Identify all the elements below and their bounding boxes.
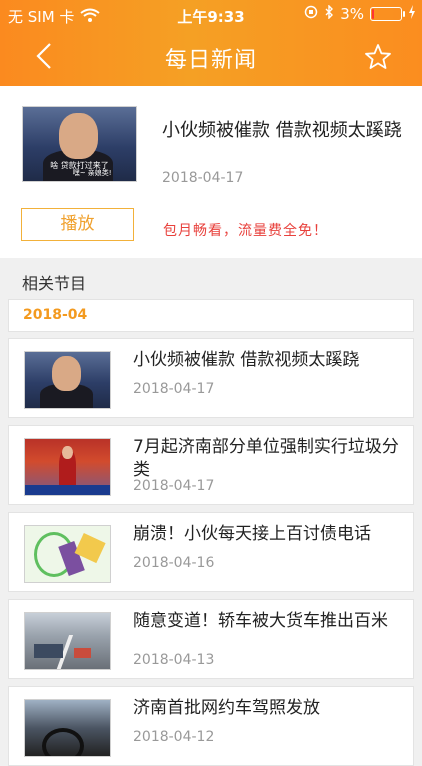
thumbnail-caption-2: 嘿~ 亲娘类! [72, 169, 112, 178]
list-item-title: 7月起济南部分单位强制实行垃圾分类 [133, 437, 399, 480]
list-item-thumbnail [24, 699, 111, 757]
list-item[interactable]: 7月起济南部分单位强制实行垃圾分类 2018-04-17 [8, 425, 414, 505]
rotation-lock-icon [304, 5, 318, 23]
list-item-date: 2018-04-16 [133, 555, 215, 571]
list-item-date: 2018-04-17 [133, 478, 215, 494]
list-item-thumbnail [24, 351, 111, 409]
star-icon[interactable] [364, 43, 392, 71]
list-item[interactable]: 济南首批网约车驾照发放 2018-04-12 [8, 686, 414, 766]
featured-date: 2018-04-17 [162, 170, 244, 186]
status-bar: 无 SIM 卡 上午9:33 3% [0, 0, 422, 30]
featured-title: 小伙频被催款 借款视频太蹊跷 [162, 120, 402, 141]
list-item-thumbnail [24, 438, 111, 496]
month-label: 2018-04 [23, 307, 88, 323]
battery-percent: 3% [340, 5, 364, 23]
battery-icon [370, 7, 405, 21]
promo-text: 包月畅看，流量费全免！ [163, 223, 328, 239]
list-item-title: 小伙频被催款 借款视频太蹊跷 [133, 350, 360, 370]
list-item-title: 随意变道！轿车被大货车推出百米 [133, 611, 388, 631]
play-button[interactable]: 播放 [21, 208, 134, 241]
related-heading: 相关节目 [22, 274, 87, 293]
list-item-thumbnail [24, 612, 111, 670]
header: 无 SIM 卡 上午9:33 3% 每日新闻 [0, 0, 422, 86]
list-item-thumbnail [24, 525, 111, 583]
list-item-title: 济南首批网约车驾照发放 [133, 698, 320, 718]
featured-thumbnail[interactable]: 啥 贷款打过来了 嘿~ 亲娘类! [22, 106, 137, 182]
featured-card: 啥 贷款打过来了 嘿~ 亲娘类! 小伙频被催款 借款视频太蹊跷 2018-04-… [0, 86, 422, 258]
list-item-date: 2018-04-13 [133, 652, 215, 668]
list-item-date: 2018-04-12 [133, 729, 215, 745]
battery-level [372, 9, 374, 19]
list-item[interactable]: 小伙频被催款 借款视频太蹊跷 2018-04-17 [8, 338, 414, 418]
list-item[interactable]: 随意变道！轿车被大货车推出百米 2018-04-13 [8, 599, 414, 679]
page-title: 每日新闻 [164, 48, 257, 73]
list-item[interactable]: 崩溃！小伙每天接上百讨债电话 2018-04-16 [8, 512, 414, 592]
month-header: 2018-04 [8, 299, 414, 332]
bluetooth-icon [324, 4, 334, 23]
list-item-title: 崩溃！小伙每天接上百讨债电话 [133, 524, 371, 544]
list-item-date: 2018-04-17 [133, 381, 215, 397]
charging-icon [408, 5, 416, 23]
